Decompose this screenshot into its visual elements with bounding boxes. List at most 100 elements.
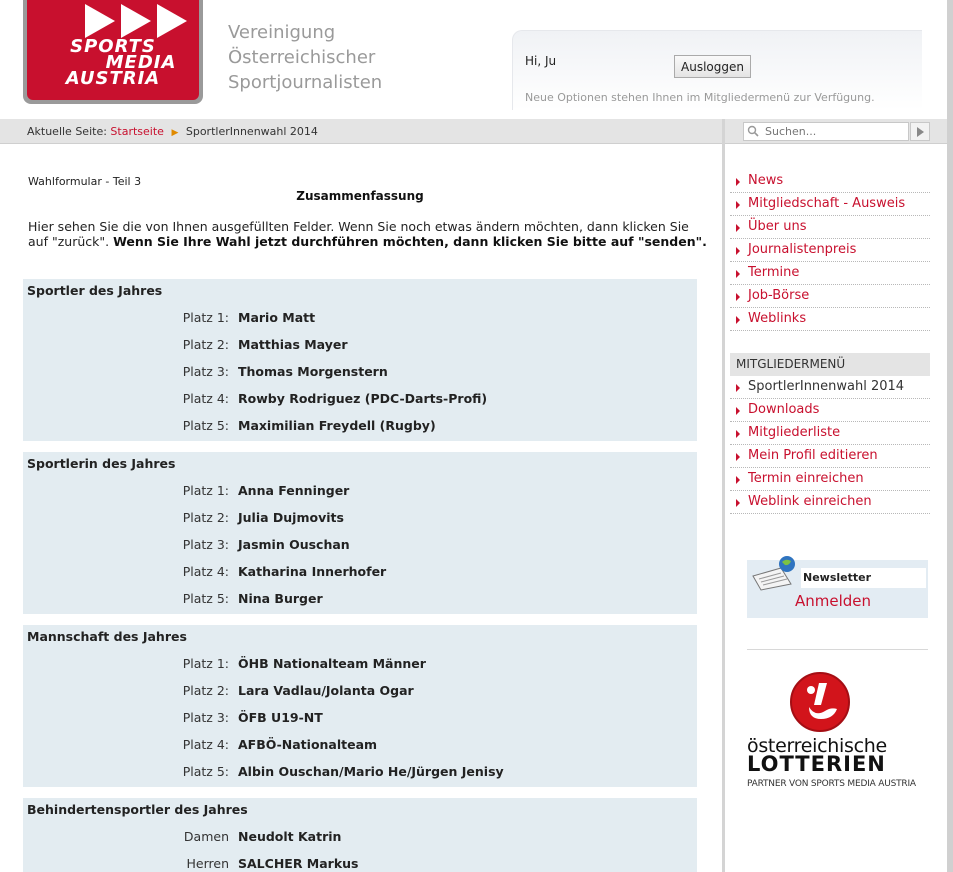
rank-label: Platz 3: <box>182 710 229 725</box>
user-greeting: Hi, Ju <box>525 54 557 68</box>
organization-name: Vereinigung Österreichischer Sportjourna… <box>228 20 382 95</box>
org-name-line: Österreichischer <box>228 47 376 68</box>
rank-label: Platz 1: <box>182 483 229 498</box>
logout-button[interactable]: Ausloggen <box>674 55 751 78</box>
result-row: Platz 2: Matthias Mayer <box>23 337 697 364</box>
rank-label: Platz 2: <box>182 683 229 698</box>
members-menu-heading: MITGLIEDERMENÜ <box>730 353 930 376</box>
main-content: Wahlformular - Teil 3 Zusammenfassung Hi… <box>0 145 722 872</box>
rank-label: Platz 4: <box>182 391 229 406</box>
nav-item-news[interactable]: News <box>730 170 930 193</box>
result-row: Platz 1: Anna Fenninger <box>23 483 697 510</box>
breadcrumb-prefix: Aktuelle Seite: <box>27 125 107 138</box>
members-item-downloads[interactable]: Downloads <box>730 399 930 422</box>
breadcrumb-separator-icon: ▶ <box>171 128 179 138</box>
divider <box>747 649 928 650</box>
rank-label: Damen <box>183 829 229 844</box>
section-title: Sportler des Jahres <box>27 283 163 298</box>
nav-item-jobs[interactable]: Job-Börse <box>730 285 930 308</box>
result-row: Damen Neudolt Katrin <box>23 829 697 856</box>
section-sportlerin: Sportlerin des Jahres Platz 1: Anna Fenni… <box>23 452 697 614</box>
rank-value: Mario Matt <box>238 310 316 325</box>
rank-value: Maximilian Freydell (Rugby) <box>238 418 436 433</box>
result-row: Platz 4: Katharina Innerhofer <box>23 564 697 591</box>
members-item-edit-profile[interactable]: Mein Profil editieren <box>730 445 930 468</box>
section-title: Behindertensportler des Jahres <box>27 802 248 817</box>
result-row: Platz 4: Rowby Rodriguez (PDC-Darts-Profi… <box>23 391 697 418</box>
breadcrumb-home-link[interactable]: Startseite <box>110 125 164 138</box>
nav-item-events[interactable]: Termine <box>730 262 930 285</box>
rank-label: Platz 2: <box>182 337 229 352</box>
result-row: Platz 1: ÖHB Nationalteam Männer <box>23 656 697 683</box>
page-title: Zusammenfassung <box>296 189 424 203</box>
newsletter-label: Newsletter <box>801 568 926 588</box>
members-item-vote[interactable]: SportlerInnenwahl 2014 <box>730 376 930 399</box>
rank-value: Matthias Mayer <box>238 337 348 352</box>
section-sportler: Sportler des Jahres Platz 1: Mario Matt P… <box>23 279 697 441</box>
rank-value: ÖHB Nationalteam Männer <box>238 656 426 671</box>
rank-value: Anna Fenninger <box>238 483 350 498</box>
sports-media-austria-logo[interactable]: SPORTS MEDIA AUSTRIA <box>23 0 203 104</box>
result-row: Herren SALCHER Markus <box>23 856 697 872</box>
rank-label: Platz 2: <box>182 510 229 525</box>
rank-label: Platz 4: <box>182 737 229 752</box>
nav-item-weblinks[interactable]: Weblinks <box>730 308 930 331</box>
rank-value: Katharina Innerhofer <box>238 564 387 579</box>
rank-value: Jasmin Ouschan <box>238 537 350 552</box>
result-row: Platz 4: AFBÖ-Nationalteam <box>23 737 697 764</box>
members-item-submit-event[interactable]: Termin einreichen <box>730 468 930 491</box>
newsletter-signup-link[interactable]: Anmelden <box>795 592 871 610</box>
result-row: Platz 2: Julia Dujmovits <box>23 510 697 537</box>
rank-value: SALCHER Markus <box>238 856 359 871</box>
result-row: Platz 2: Lara Vadlau/Jolanta Ogar <box>23 683 697 710</box>
breadcrumb-current: SportlerInnenwahl 2014 <box>185 125 318 138</box>
rank-value: Julia Dujmovits <box>238 510 344 525</box>
rank-label: Platz 3: <box>182 537 229 552</box>
result-row: Platz 3: Jasmin Ouschan <box>23 537 697 564</box>
rank-value: ÖFB U19-NT <box>238 710 323 725</box>
search-input[interactable] <box>743 122 909 141</box>
search-bar <box>725 119 953 144</box>
members-item-member-list[interactable]: Mitgliederliste <box>730 422 930 445</box>
newsletter-box[interactable]: Newsletter Anmelden <box>747 556 928 618</box>
org-name-line: Sportjournalisten <box>228 72 383 93</box>
result-row: Platz 5: Maximilian Freydell (Rugby) <box>23 418 697 445</box>
result-row: Platz 5: Albin Ouschan/Mario He/Jürgen Je… <box>23 764 697 791</box>
rank-label: Platz 1: <box>182 656 229 671</box>
search-submit-button[interactable] <box>910 122 930 141</box>
sponsor-tagline: PARTNER VON SPORTS MEDIA AUSTRIA <box>747 779 916 789</box>
newspaper-globe-icon <box>752 556 795 591</box>
result-row: Platz 3: Thomas Morgenstern <box>23 364 697 391</box>
nav-item-about[interactable]: Über uns <box>730 216 930 239</box>
form-step-label: Wahlformular - Teil 3 <box>28 175 142 188</box>
lotterien-logo-icon[interactable] <box>789 671 851 733</box>
nav-item-membership[interactable]: Mitgliedschaft - Ausweis <box>730 193 930 216</box>
intro-bold: Wenn Sie Ihre Wahl jetzt durchführen möc… <box>113 234 707 249</box>
section-behindertensportler: Behindertensportler des Jahres Damen Neud… <box>23 798 697 872</box>
window-edge <box>947 0 953 872</box>
rank-label: Platz 5: <box>182 591 229 606</box>
logo-badge: SPORTS MEDIA AUSTRIA <box>27 0 199 100</box>
main-nav: News Mitgliedschaft - Ausweis Über uns J… <box>730 170 930 331</box>
rank-value: Thomas Morgenstern <box>238 364 388 379</box>
breadcrumb: Aktuelle Seite: Startseite ▶ SportlerInn… <box>0 119 722 144</box>
member-options-note: Neue Optionen stehen Ihnen im Mitglieder… <box>525 91 875 104</box>
rank-value: Nina Burger <box>238 591 323 606</box>
members-item-submit-weblink[interactable]: Weblink einreichen <box>730 491 930 514</box>
intro-text: Hier sehen Sie die von Ihnen ausgefüllte… <box>28 219 708 249</box>
rank-label: Platz 4: <box>182 564 229 579</box>
site-header: SPORTS MEDIA AUSTRIA Vereinigung Österre… <box>0 0 953 119</box>
result-row: Platz 3: ÖFB U19-NT <box>23 710 697 737</box>
section-mannschaft: Mannschaft des Jahres Platz 1: ÖHB Nation… <box>23 625 697 787</box>
section-title: Sportlerin des Jahres <box>27 456 176 471</box>
logo-text-austria: AUSTRIA <box>65 68 161 89</box>
nav-item-journalist-award[interactable]: Journalistenpreis <box>730 239 930 262</box>
rank-label: Platz 5: <box>182 418 229 433</box>
rank-value: Lara Vadlau/Jolanta Ogar <box>238 683 414 698</box>
result-row: Platz 1: Mario Matt <box>23 310 697 337</box>
logo-arrows-icon <box>85 4 187 38</box>
org-name-line: Vereinigung <box>228 22 336 43</box>
rank-label: Herren <box>186 856 230 871</box>
rank-value: AFBÖ-Nationalteam <box>238 737 378 752</box>
rank-value: Rowby Rodriguez (PDC-Darts-Profi) <box>238 391 488 406</box>
